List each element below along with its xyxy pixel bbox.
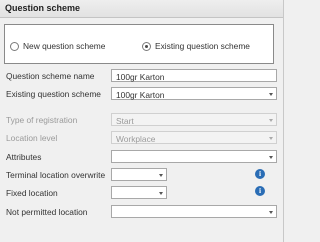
fixed-location-label: Fixed location (6, 188, 58, 198)
scheme-mode-group: New question scheme Existing question sc… (4, 24, 274, 64)
row-question-scheme-name: Question scheme name 100gr Karton (0, 69, 285, 83)
question-scheme-name-input[interactable]: 100gr Karton (111, 69, 277, 82)
question-scheme-panel: Question scheme New question scheme Exis… (0, 0, 284, 242)
radio-label: Existing question scheme (155, 41, 250, 51)
panel-header: Question scheme (0, 0, 283, 18)
chevron-down-icon[interactable] (159, 173, 163, 177)
question-scheme-name-value: 100gr Karton (116, 71, 165, 82)
location-level-value: Workplace (116, 133, 156, 144)
row-type-of-registration: Type of registration Start (0, 113, 285, 127)
type-of-registration-value: Start (116, 115, 134, 126)
chevron-down-icon[interactable] (269, 210, 273, 214)
row-terminal-location-overwrite: Terminal location overwrite i (0, 168, 285, 182)
attributes-label: Attributes (6, 152, 42, 162)
row-not-permitted-location: Not permitted location (0, 205, 285, 219)
new-question-scheme-radio[interactable]: New question scheme (10, 41, 105, 51)
radio-unchecked-icon[interactable] (10, 41, 19, 51)
row-existing-question-scheme: Existing question scheme 100gr Karton (0, 87, 285, 101)
radio-label: New question scheme (23, 41, 106, 51)
not-permitted-location-label: Not permitted location (6, 207, 88, 217)
chevron-down-icon[interactable] (159, 191, 163, 195)
existing-question-scheme-value: 100gr Karton (116, 89, 165, 100)
chevron-down-icon (269, 118, 273, 122)
not-permitted-location-dropdown[interactable] (111, 205, 277, 218)
chevron-down-icon (269, 136, 273, 140)
location-level-dropdown: Workplace (111, 131, 277, 144)
chevron-down-icon[interactable] (269, 155, 273, 159)
question-scheme-name-label: Question scheme name (6, 71, 95, 81)
radio-checked-icon[interactable] (142, 41, 151, 51)
info-icon[interactable]: i (255, 186, 265, 196)
info-icon[interactable]: i (255, 169, 265, 179)
location-level-label: Location level (6, 133, 58, 143)
chevron-down-icon[interactable] (269, 92, 273, 96)
attributes-dropdown[interactable] (111, 150, 277, 163)
existing-question-scheme-dropdown[interactable]: 100gr Karton (111, 87, 277, 100)
panel-title: Question scheme (5, 3, 81, 13)
row-fixed-location: Fixed location i (0, 186, 285, 200)
terminal-location-overwrite-label: Terminal location overwrite (6, 170, 106, 180)
row-location-level: Location level Workplace (0, 131, 285, 145)
existing-question-scheme-label: Existing question scheme (6, 89, 101, 99)
fixed-location-dropdown[interactable] (111, 186, 167, 199)
existing-question-scheme-radio[interactable]: Existing question scheme (142, 41, 250, 51)
terminal-location-overwrite-dropdown[interactable] (111, 168, 167, 181)
type-of-registration-dropdown: Start (111, 113, 277, 126)
row-attributes: Attributes (0, 150, 285, 164)
type-of-registration-label: Type of registration (6, 115, 78, 125)
